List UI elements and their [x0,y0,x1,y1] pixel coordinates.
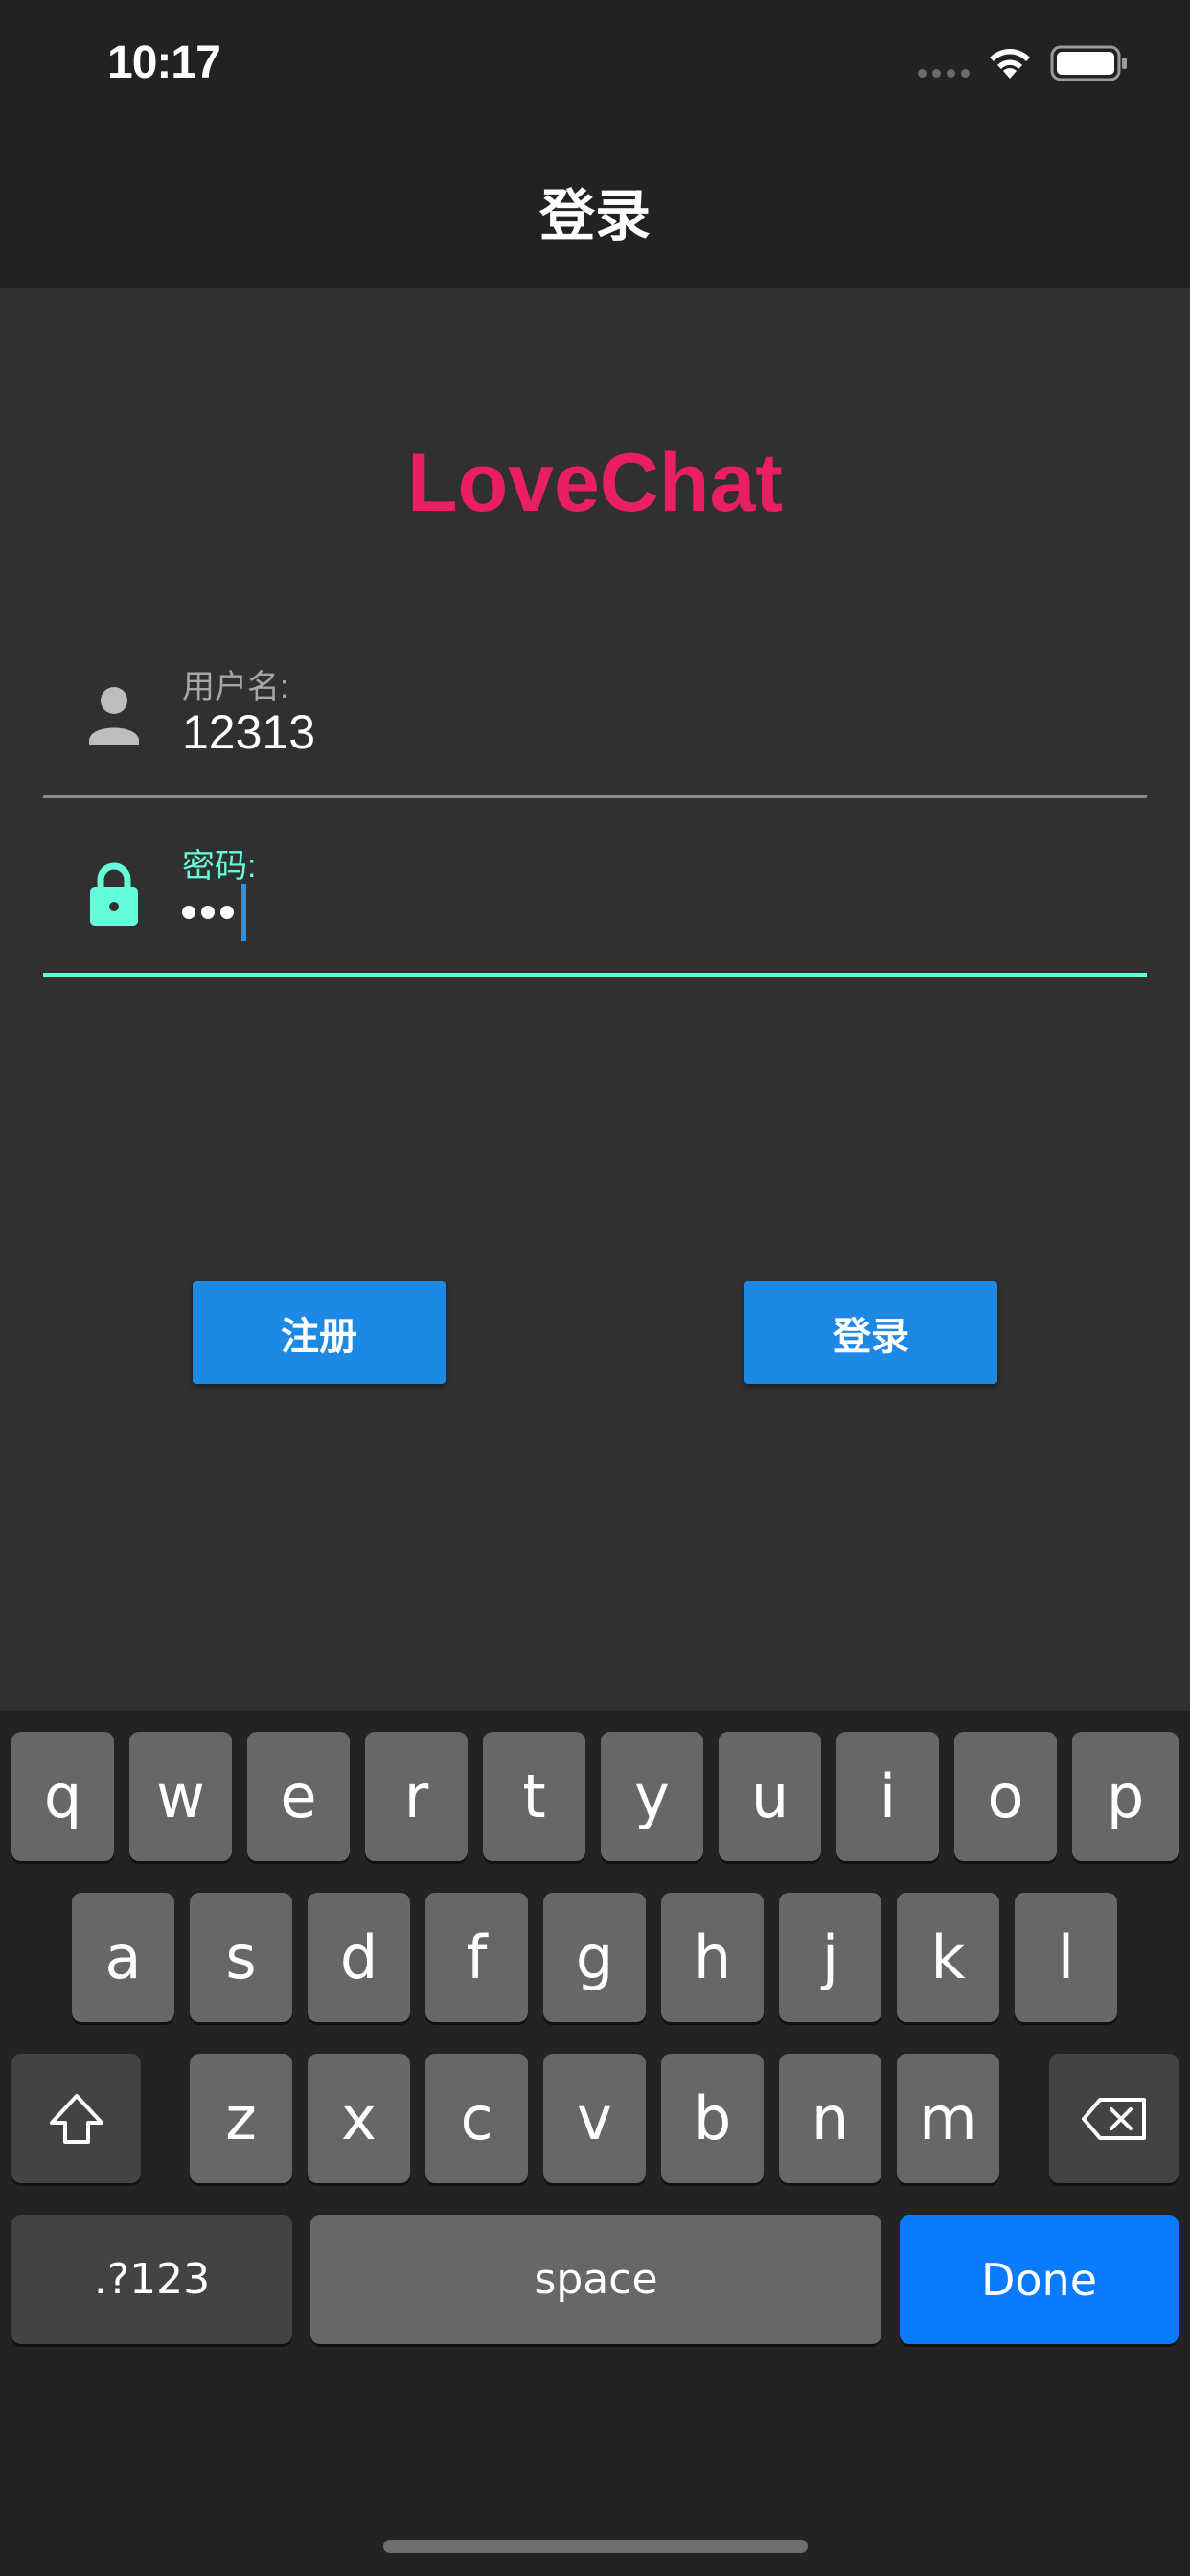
key-d[interactable]: d [308,1893,410,2022]
key-k[interactable]: k [897,1893,999,2022]
login-button[interactable]: 登录 [744,1281,997,1384]
key-p[interactable]: p [1072,1732,1179,1861]
key-b[interactable]: b [661,2054,764,2183]
done-key[interactable]: Done [900,2215,1179,2344]
lock-icon [90,862,138,926]
space-key[interactable]: space [310,2215,881,2344]
key-v[interactable]: v [543,2054,646,2183]
username-underline [43,795,1147,798]
key-y[interactable]: y [601,1732,703,1861]
key-h[interactable]: h [661,1893,764,2022]
key-o[interactable]: o [954,1732,1057,1861]
key-r[interactable]: r [365,1732,468,1861]
key-l[interactable]: l [1015,1893,1117,2022]
person-icon [89,687,139,745]
backspace-icon [1081,2097,1146,2140]
password-underline [43,973,1147,978]
password-mask-dot [201,906,215,919]
backspace-key[interactable] [1049,2054,1179,2183]
key-x[interactable]: x [308,2054,410,2183]
username-field[interactable]: 用户名: 12313 [43,647,1147,800]
key-j[interactable]: j [779,1893,881,2022]
cellular-signal-icon [918,69,970,78]
text-cursor [241,884,246,941]
home-indicator[interactable] [383,2540,808,2553]
key-e[interactable]: e [247,1732,350,1861]
keyboard: q w e r t y u i o p a s d f g h j k l z … [0,1711,1190,2576]
key-m[interactable]: m [897,2054,999,2183]
wifi-icon [990,49,1030,79]
numbers-key[interactable]: .?123 [11,2215,292,2344]
username-label: 用户名: [182,669,289,705]
key-c[interactable]: c [425,2054,528,2183]
page-title: 登录 [538,185,651,247]
app-title: LoveChat [407,437,783,529]
key-f[interactable]: f [425,1893,528,2022]
shift-key[interactable] [11,2054,141,2183]
password-label: 密码: [182,848,257,885]
key-t[interactable]: t [483,1732,585,1861]
password-field[interactable]: 密码: [43,826,1147,979]
password-mask-dot [182,906,195,919]
key-w[interactable]: w [129,1732,232,1861]
username-input[interactable]: 12313 [182,704,315,760]
key-q[interactable]: q [11,1732,114,1861]
key-i[interactable]: i [836,1732,939,1861]
status-time: 10:17 [107,37,221,88]
key-n[interactable]: n [779,2054,881,2183]
key-u[interactable]: u [719,1732,821,1861]
password-input[interactable] [182,884,246,941]
shift-icon [49,2093,103,2144]
register-button[interactable]: 注册 [193,1281,446,1384]
key-s[interactable]: s [190,1893,292,2022]
key-z[interactable]: z [190,2054,292,2183]
password-mask-dot [220,906,234,919]
key-a[interactable]: a [72,1893,174,2022]
key-g[interactable]: g [543,1893,646,2022]
battery-icon [1050,45,1127,81]
